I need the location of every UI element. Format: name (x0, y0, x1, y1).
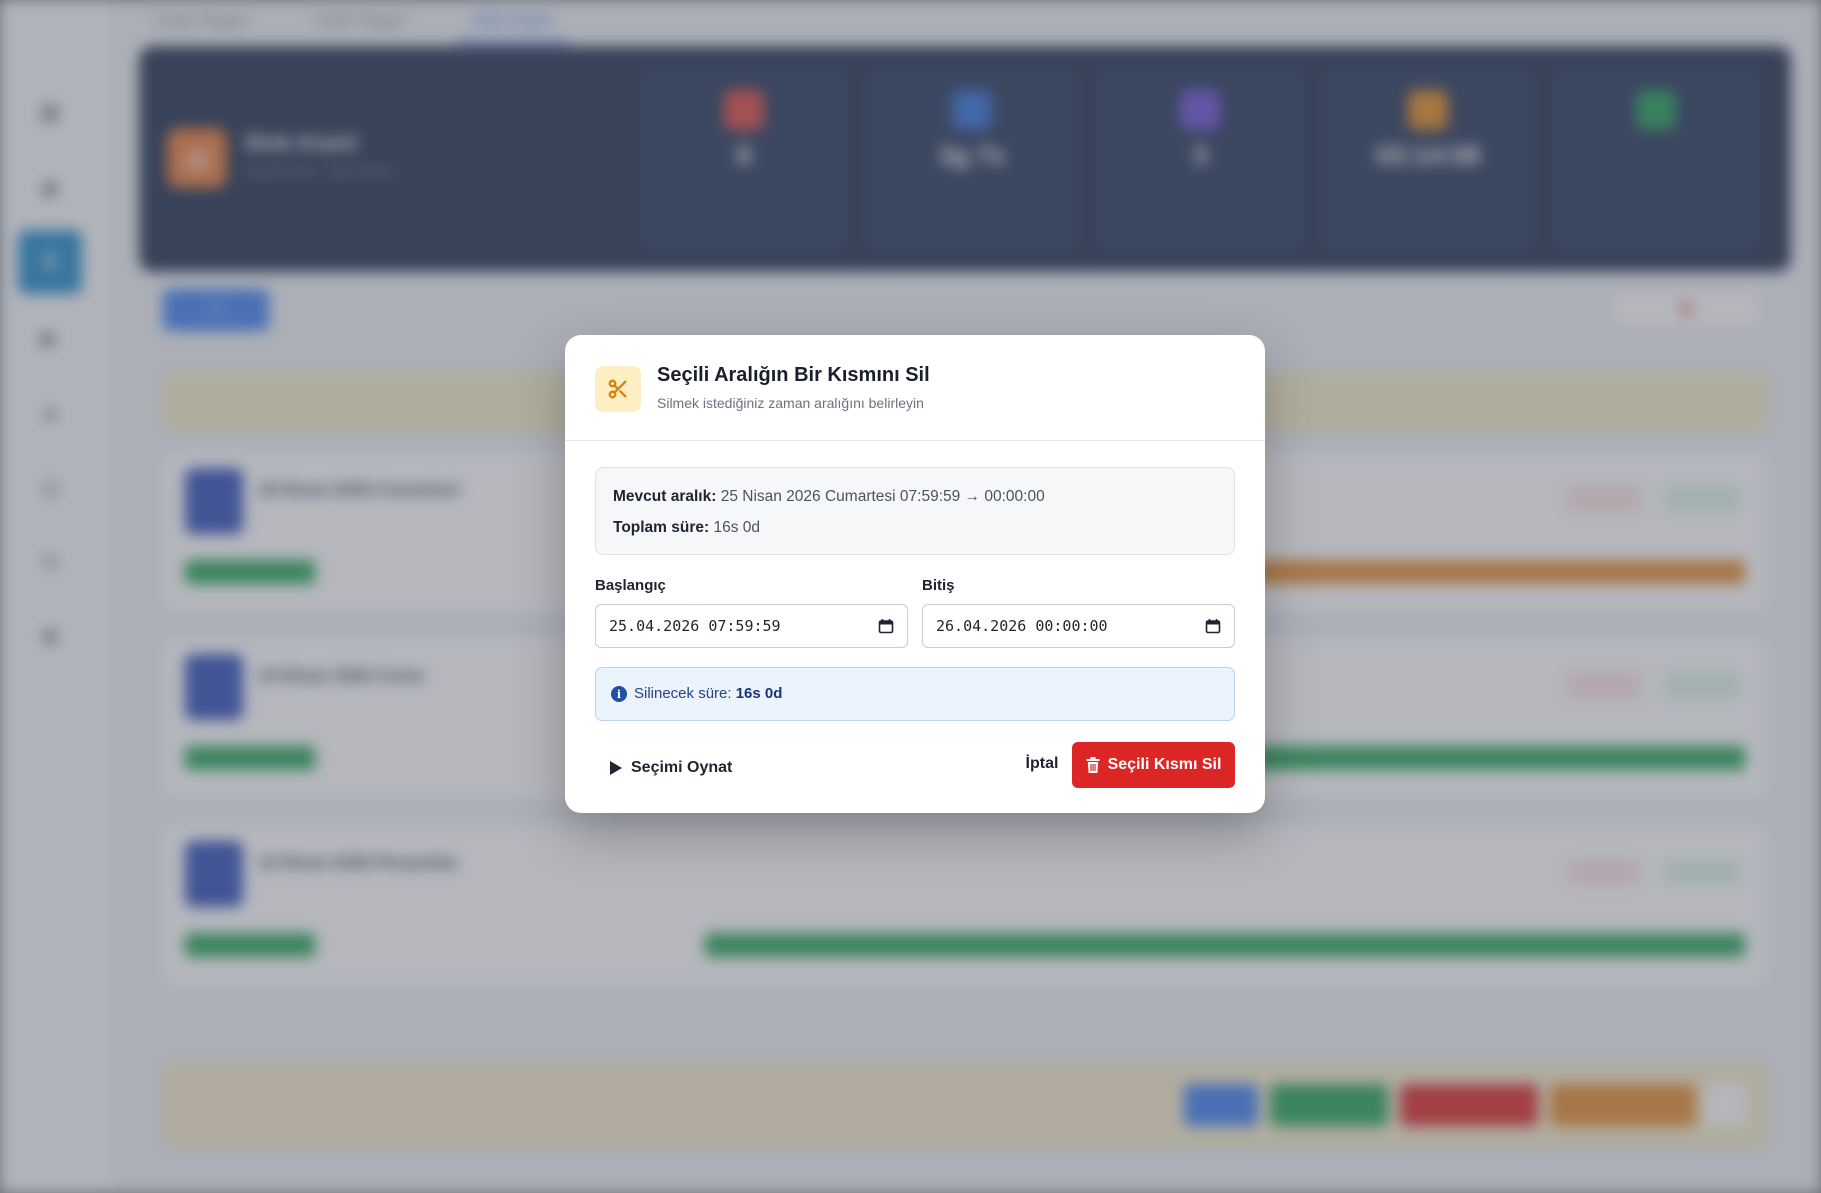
delete-selection-button[interactable]: Seçili Kısmı Sil (1072, 742, 1235, 788)
end-datetime-value: 26.04.2026 00:00:00 (936, 617, 1108, 635)
scissors-icon (595, 366, 641, 412)
total-duration-label: Toplam süre: (613, 519, 710, 536)
delete-duration-label: Silinecek süre: (634, 685, 732, 702)
end-label: Bitiş (922, 577, 955, 594)
cancel-button[interactable]: İptal (1002, 741, 1082, 787)
modal-title: Seçili Aralığın Bir Kısmını Sil (657, 364, 930, 386)
delete-selection-label: Seçili Kısmı Sil (1107, 756, 1222, 773)
current-range-info: Mevcut aralık: 25 Nisan 2026 Cumartesi 0… (595, 467, 1235, 555)
current-range-value: 25 Nisan 2026 Cumartesi 07:59:59 → 00:00… (720, 488, 1045, 505)
total-duration-value: 16s 0d (713, 519, 761, 536)
modal-header: Seçili Aralığın Bir Kısmını Sil Silmek i… (565, 335, 1265, 441)
calendar-picker-icon[interactable] (1205, 618, 1221, 634)
delete-duration-value: 16s 0d (735, 685, 783, 702)
delete-range-modal: Seçili Aralığın Bir Kısmını Sil Silmek i… (565, 335, 1265, 813)
trash-icon (1086, 757, 1100, 773)
start-datetime-input[interactable]: 25.04.2026 07:59:59 (595, 604, 908, 648)
total-duration-line: Toplam süre: 16s 0d (613, 519, 760, 537)
calendar-picker-icon[interactable] (878, 618, 894, 634)
delete-duration-info: i Silinecek süre: 16s 0d (595, 667, 1235, 721)
info-icon: i (611, 686, 627, 702)
play-selection-label: Seçimi Oynat (631, 759, 733, 776)
start-datetime-value: 25.04.2026 07:59:59 (609, 617, 781, 635)
delete-duration-line: Silinecek süre: 16s 0d (634, 685, 782, 702)
modal-subtitle: Silmek istediğiniz zaman aralığını belir… (657, 395, 924, 411)
play-selection-button[interactable]: Seçimi Oynat (609, 753, 732, 783)
play-icon (610, 761, 622, 775)
start-label: Başlangıç (595, 577, 666, 594)
current-range-label: Mevcut aralık: (613, 488, 717, 505)
current-range-line: Mevcut aralık: 25 Nisan 2026 Cumartesi 0… (613, 488, 1045, 506)
end-datetime-input[interactable]: 26.04.2026 00:00:00 (922, 604, 1235, 648)
